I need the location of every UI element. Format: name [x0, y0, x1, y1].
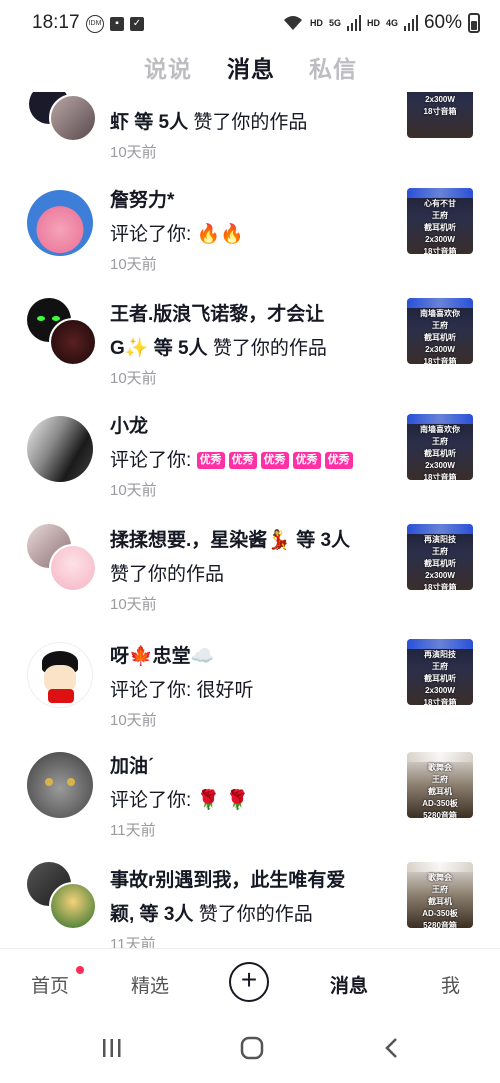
excellent-badge: 优秀 — [260, 452, 289, 470]
battery-icon — [468, 13, 480, 33]
user-name-cont[interactable]: 颖, 等 3人 — [110, 904, 193, 925]
timestamp: 10天前 — [110, 712, 157, 729]
timestamp: 10天前 — [110, 144, 157, 161]
avatar — [49, 318, 97, 366]
timestamp: 11天前 — [110, 936, 156, 948]
avatar[interactable] — [27, 190, 93, 256]
tab-direct-messages[interactable]: 私信 — [309, 50, 357, 84]
app-notification-icon: IDM — [86, 15, 104, 33]
user-name[interactable]: 王者.版浪飞诺黎，才会让 — [110, 298, 380, 332]
list-item[interactable]: 揉揉想要.，星染酱💃 等 3人 赞了你的作品 10天前 再演阳技 王府 截耳机听… — [0, 520, 500, 630]
network-4g-label: 4G — [385, 18, 398, 28]
action-text: 赞了你的作品 — [212, 338, 327, 359]
action-text: 评论了你: — [110, 224, 197, 245]
user-name-cont[interactable]: G✨ 等 5人 — [110, 338, 208, 359]
action-text: 评论了你: 很好听 — [110, 680, 254, 701]
tab-shuoshuo[interactable]: 说说 — [144, 50, 192, 84]
user-name[interactable]: 虾 等 5人 — [110, 112, 188, 133]
video-thumbnail[interactable]: 再演阳技 王府 截耳机听 2x300W 18寸音箱 — [407, 639, 473, 705]
avatar[interactable] — [27, 416, 93, 482]
list-item[interactable]: 呀🍁忠堂☁️ 评论了你: 很好听 10天前 再演阳技 王府 截耳机听 2x300… — [0, 639, 500, 740]
timestamp: 10天前 — [110, 256, 157, 273]
notification-dot — [76, 966, 84, 974]
timestamp: 10天前 — [110, 370, 157, 387]
nav-messages[interactable]: 消息 — [330, 971, 368, 998]
avatar — [49, 94, 97, 142]
avatar — [49, 544, 97, 592]
list-item[interactable]: 虾 等 5人 赞了你的作品 10天前 截耳机听 2x300W 18寸音箱 — [0, 92, 500, 182]
video-thumbnail[interactable]: 南墙喜欢你 王府 截耳机听 2x300W 18寸音箱 — [407, 298, 473, 364]
back-icon[interactable] — [380, 1036, 404, 1060]
user-name[interactable]: 詹努力* — [110, 184, 380, 218]
avatar[interactable] — [27, 642, 93, 708]
signal-icon — [346, 15, 361, 31]
nav-featured[interactable]: 精选 — [131, 971, 169, 998]
list-item[interactable]: 王者.版浪飞诺黎，才会让 G✨ 等 5人 赞了你的作品 10天前 南墙喜欢你 王… — [0, 294, 500, 404]
notification-list: 虾 等 5人 赞了你的作品 10天前 截耳机听 2x300W 18寸音箱 詹努力… — [0, 92, 500, 948]
video-thumbnail[interactable]: 再演阳技 王府 截耳机听 2x300W 18寸音箱 — [407, 524, 473, 590]
message-tabs: 说说 消息 私信 — [0, 50, 500, 90]
nav-me[interactable]: 我 — [441, 971, 460, 998]
user-name[interactable]: 呀🍁忠堂☁️ — [110, 640, 380, 674]
system-nav-bar — [0, 1018, 500, 1083]
action-text: 赞了你的作品 — [198, 904, 313, 925]
excellent-badge: 优秀 — [228, 452, 257, 470]
home-icon[interactable] — [239, 1036, 265, 1060]
video-thumbnail[interactable]: 心有不甘 王府 截耳机听 2x300W 18寸音箱 — [407, 188, 473, 254]
timestamp: 11天前 — [110, 822, 156, 839]
user-name[interactable]: 揉揉想要.，星染酱💃 等 3人 — [110, 524, 400, 558]
wifi-icon — [283, 16, 302, 30]
network-5g-label: 5G — [328, 18, 341, 28]
tab-messages[interactable]: 消息 — [227, 50, 275, 84]
action-text: 评论了你: — [110, 790, 197, 811]
status-bar: 18:17 IDM ▪ ✓ HD 5G HD 4G 60% — [0, 0, 500, 46]
avatar[interactable] — [27, 752, 93, 818]
user-name[interactable]: 小龙 — [110, 410, 380, 444]
excellent-badge: 优秀 — [292, 452, 321, 470]
list-item[interactable]: 詹努力* 评论了你: 🔥🔥 10天前 心有不甘 王府 截耳机听 2x300W 1… — [0, 184, 500, 284]
timestamp: 10天前 — [110, 482, 157, 499]
action-text: 赞了你的作品 — [193, 112, 308, 133]
message-notification-icon: ▪ — [110, 17, 124, 31]
video-thumbnail[interactable]: 南墙喜欢你 王府 截耳机听 2x300W 18寸音箱 — [407, 414, 473, 480]
action-text: 评论了你: — [110, 450, 197, 471]
video-thumbnail[interactable]: 歌舞会 王府 截耳机 AD-350板 5280音箱 — [407, 752, 473, 818]
check-notification-icon: ✓ — [130, 17, 144, 31]
comment-emoji: 🔥🔥 — [196, 224, 244, 245]
video-thumbnail[interactable]: 截耳机听 2x300W 18寸音箱 — [407, 92, 473, 138]
timestamp: 10天前 — [110, 596, 157, 613]
list-item[interactable]: 小龙 评论了你: 优秀 优秀 优秀 优秀 优秀 10天前 南墙喜欢你 王府 截耳机听 2… — [0, 410, 500, 510]
comment-emoji: 🌹 🌹 — [196, 790, 250, 811]
hd-label: HD — [309, 18, 323, 28]
hd-label-2: HD — [366, 18, 380, 28]
action-text: 赞了你的作品 — [110, 564, 225, 585]
status-time: 18:17 — [32, 12, 80, 33]
user-name[interactable]: 加油ˊ — [110, 750, 380, 784]
battery-percent: 60% — [423, 12, 462, 33]
nav-home[interactable]: 首页 — [31, 971, 69, 998]
list-item[interactable]: 事故r别遇到我，此生唯有爱 颖, 等 3人 赞了你的作品 11天前 歌舞会 王府… — [0, 860, 500, 948]
bottom-nav: 首页 精选 + 消息 我 — [0, 948, 500, 1019]
excellent-badge: 优秀 — [196, 452, 225, 470]
excellent-badge: 优秀 — [324, 452, 353, 470]
list-item[interactable]: 加油ˊ 评论了你: 🌹 🌹 11天前 歌舞会 王府 截耳机 AD-350板 52… — [0, 750, 500, 850]
avatar — [49, 882, 97, 930]
signal-icon-2 — [403, 15, 418, 31]
create-button[interactable]: + — [229, 962, 269, 1002]
recent-apps-icon[interactable] — [100, 1036, 124, 1060]
user-name[interactable]: 事故r别遇到我，此生唯有爱 — [110, 864, 380, 898]
video-thumbnail[interactable]: 歌舞会 王府 截耳机 AD-350板 5280音箱 — [407, 862, 473, 928]
